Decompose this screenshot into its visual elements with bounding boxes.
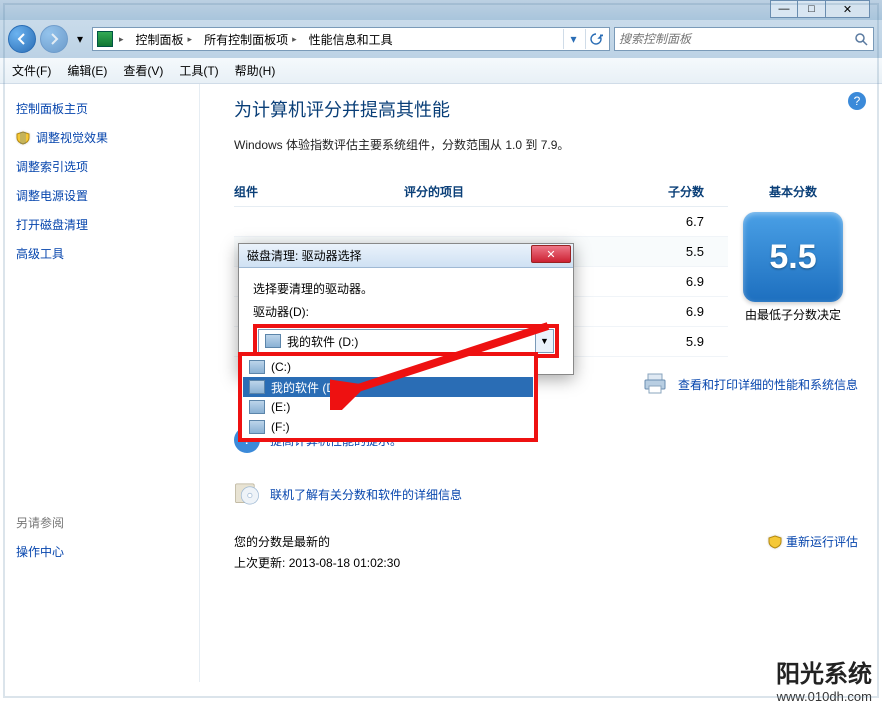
table-row: 6.7 <box>234 207 728 237</box>
sidebar-item-action-center[interactable]: 操作中心 <box>16 537 199 566</box>
address-dropdown[interactable]: ▾ <box>563 29 583 49</box>
drive-option-c[interactable]: (C:) <box>243 357 533 377</box>
base-score-label: 基本分数 <box>728 177 858 206</box>
drive-combobox[interactable]: 我的软件 (D:) ▼ <box>258 329 554 353</box>
base-score-caption: 由最低子分数决定 <box>728 306 858 323</box>
menu-tools[interactable]: 工具(T) <box>173 58 224 83</box>
window-controls: — □ ✕ <box>770 0 870 18</box>
page-description: Windows 体验指数评估主要系统组件，分数范围从 1.0 到 7.9。 <box>234 136 858 153</box>
sidebar-item-home[interactable]: 控制面板主页 <box>16 94 199 123</box>
close-button[interactable]: ✕ <box>826 0 870 18</box>
dialog-prompt: 选择要清理的驱动器。 <box>253 280 559 297</box>
online-info-link[interactable]: 联机了解有关分数和软件的详细信息 <box>270 486 462 503</box>
nav-toolbar: ▾ ▸ 控制面板▸ 所有控制面板项▸ 性能信息和工具 ▾ <box>0 20 882 58</box>
breadcrumb-all-items[interactable]: 所有控制面板项▸ <box>200 31 303 48</box>
search-icon <box>853 31 869 47</box>
base-score-tile: 5.5 <box>743 212 843 302</box>
sidebar-seealso-header: 另请参阅 <box>16 508 199 537</box>
menu-file[interactable]: 文件(F) <box>6 58 57 83</box>
address-icon <box>97 31 113 47</box>
dialog-close-button[interactable]: ✕ <box>531 245 571 263</box>
shield-icon <box>768 535 782 549</box>
nav-history-dropdown[interactable]: ▾ <box>72 28 88 50</box>
breadcrumb-control-panel[interactable]: 控制面板▸ <box>132 31 199 48</box>
status-line2: 上次更新: 2013-08-18 01:02:30 <box>234 554 858 571</box>
watermark-url: www.010dh.com <box>776 689 872 704</box>
rerun-link[interactable]: 重新运行评估 <box>768 533 858 550</box>
sidebar-item-disk-cleanup[interactable]: 打开磁盘清理 <box>16 210 199 239</box>
sidebar-item-advanced[interactable]: 高级工具 <box>16 239 199 268</box>
page-title: 为计算机评分并提高其性能 <box>234 96 858 122</box>
refresh-button[interactable] <box>585 29 605 49</box>
sidebar-item-indexing[interactable]: 调整索引选项 <box>16 152 199 181</box>
drive-option-f[interactable]: (F:) <box>243 417 533 437</box>
sidebar-item-visual-effects[interactable]: 调整视觉效果 <box>16 123 199 152</box>
watermark-text: 阳光系统 <box>776 654 872 689</box>
score-table-header: 组件 评分的项目 子分数 <box>234 177 728 207</box>
col-item: 评分的项目 <box>404 183 658 200</box>
nav-back-button[interactable] <box>8 25 36 53</box>
combobox-dropdown-button[interactable]: ▼ <box>535 330 553 352</box>
shield-icon <box>16 131 30 145</box>
menu-view[interactable]: 查看(V) <box>117 58 169 83</box>
menubar: 文件(F) 编辑(E) 查看(V) 工具(T) 帮助(H) <box>0 58 882 84</box>
drive-icon <box>265 334 281 348</box>
col-subscore: 子分数 <box>658 183 728 200</box>
drive-icon <box>249 380 265 394</box>
drive-icon <box>249 420 265 434</box>
drive-selected: 我的软件 (D:) <box>287 333 358 350</box>
printer-icon <box>642 371 668 397</box>
menu-help[interactable]: 帮助(H) <box>229 58 282 83</box>
status-line1: 您的分数是最新的 <box>234 533 858 550</box>
drive-icon <box>249 360 265 374</box>
address-bar[interactable]: ▸ 控制面板▸ 所有控制面板项▸ 性能信息和工具 ▾ <box>92 27 610 51</box>
online-row: 联机了解有关分数和软件的详细信息 <box>234 481 858 507</box>
search-input[interactable] <box>619 32 849 46</box>
sidebar-item-power[interactable]: 调整电源设置 <box>16 181 199 210</box>
dialog-titlebar[interactable]: 磁盘清理: 驱动器选择 ✕ <box>239 244 573 268</box>
minimize-button[interactable]: — <box>770 0 798 18</box>
drive-option-e[interactable]: (E:) <box>243 397 533 417</box>
status-block: 重新运行评估 您的分数是最新的 上次更新: 2013-08-18 01:02:3… <box>234 533 858 571</box>
col-component: 组件 <box>234 183 404 200</box>
drive-icon <box>249 400 265 414</box>
dialog-title: 磁盘清理: 驱动器选择 <box>247 247 362 264</box>
breadcrumb-performance[interactable]: 性能信息和工具 <box>305 31 399 48</box>
maximize-button[interactable]: □ <box>798 0 826 18</box>
drive-option-d[interactable]: 我的软件 (D:) <box>243 377 533 397</box>
disc-icon <box>234 481 260 507</box>
help-button[interactable]: ? <box>848 92 866 110</box>
watermark: 阳光系统 www.010dh.com <box>776 654 872 704</box>
search-box[interactable] <box>614 27 874 51</box>
drive-dropdown-list: (C:) 我的软件 (D:) (E:) (F:) <box>238 352 538 442</box>
menu-edit[interactable]: 编辑(E) <box>61 58 113 83</box>
titlebar: — □ ✕ <box>0 0 882 20</box>
breadcrumb-root[interactable]: ▸ <box>115 34 130 45</box>
sidebar: 控制面板主页 调整视觉效果 调整索引选项 调整电源设置 打开磁盘清理 高级工具 … <box>0 84 200 682</box>
nav-forward-button[interactable] <box>40 25 68 53</box>
print-details-link[interactable]: 查看和打印详细的性能和系统信息 <box>678 376 858 393</box>
dialog-drives-label: 驱动器(D): <box>253 303 559 320</box>
